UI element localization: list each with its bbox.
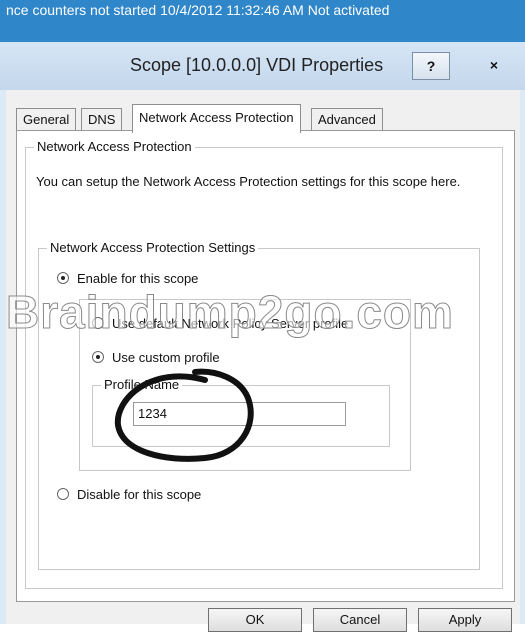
custom-profile-radio[interactable] xyxy=(92,351,104,363)
nap-group: Network Access Protection You can setup … xyxy=(25,139,503,589)
nap-settings-legend: Network Access Protection Settings xyxy=(47,240,259,255)
nap-description: You can setup the Network Access Protect… xyxy=(36,174,461,189)
status-text: nce counters not started 10/4/2012 11:32… xyxy=(6,2,390,18)
profile-name-input[interactable]: 1234 xyxy=(133,402,346,426)
profile-name-legend: Profile Name xyxy=(101,377,183,392)
profile-group: Use default Network Policy Server profil… xyxy=(79,299,411,471)
scope-properties-dialog: Scope [10.0.0.0] VDI Properties ? × Gene… xyxy=(0,42,525,624)
disable-radio-row[interactable]: Disable for this scope xyxy=(57,487,201,502)
tab-panel: Network Access Protection You can setup … xyxy=(16,130,515,602)
enable-radio[interactable] xyxy=(57,272,69,284)
cancel-button[interactable]: Cancel xyxy=(313,608,407,632)
dialog-body: General DNS Network Access Protection Ad… xyxy=(6,90,520,624)
disable-radio[interactable] xyxy=(57,488,69,500)
enable-radio-row[interactable]: Enable for this scope xyxy=(57,271,198,286)
help-button[interactable]: ? xyxy=(412,52,450,80)
tab-network-access-protection[interactable]: Network Access Protection xyxy=(132,104,301,133)
default-profile-label: Use default Network Policy Server profil… xyxy=(112,316,349,331)
ok-button[interactable]: OK xyxy=(208,608,302,632)
tab-dns[interactable]: DNS xyxy=(81,108,123,131)
nap-settings-group: Network Access Protection Settings Enabl… xyxy=(38,240,480,570)
default-profile-radio[interactable] xyxy=(92,317,104,329)
disable-label: Disable for this scope xyxy=(77,487,202,502)
nap-group-legend: Network Access Protection xyxy=(34,139,195,154)
taskbar-status-bar: nce counters not started 10/4/2012 11:32… xyxy=(0,0,525,42)
enable-label: Enable for this scope xyxy=(77,271,199,286)
profile-name-group: Profile Name 1234 xyxy=(92,377,390,447)
close-button[interactable]: × xyxy=(468,52,520,78)
apply-button[interactable]: Apply xyxy=(418,608,512,632)
default-profile-radio-row[interactable]: Use default Network Policy Server profil… xyxy=(92,316,348,331)
tab-general[interactable]: General xyxy=(16,108,77,131)
custom-profile-label: Use custom profile xyxy=(112,350,220,365)
dialog-titlebar: Scope [10.0.0.0] VDI Properties ? × xyxy=(0,42,525,90)
dialog-title: Scope [10.0.0.0] VDI Properties xyxy=(130,55,384,75)
tab-advanced[interactable]: Advanced xyxy=(311,108,383,131)
custom-profile-radio-row[interactable]: Use custom profile xyxy=(92,350,220,365)
